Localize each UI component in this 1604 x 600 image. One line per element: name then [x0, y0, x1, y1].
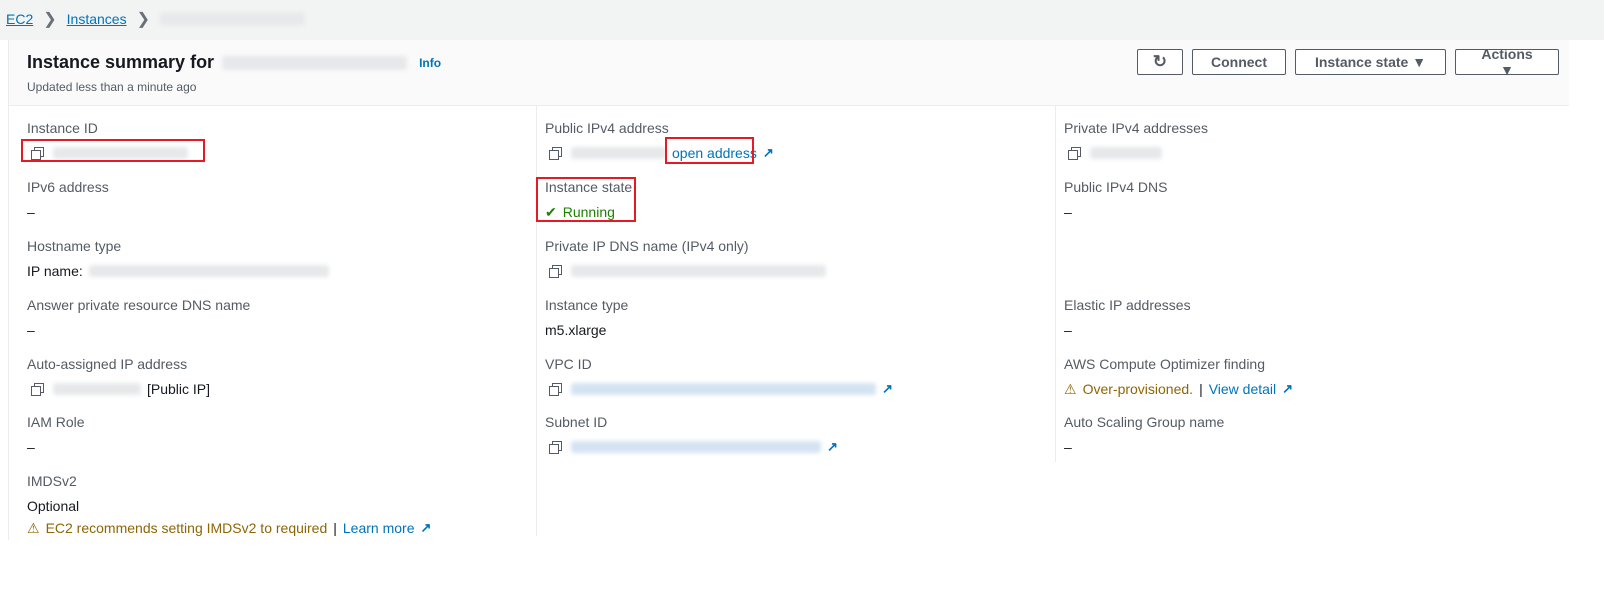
field-iam-role: IAM Role –: [27, 414, 85, 455]
breadcrumb: EC2 ❯ Instances ❯: [6, 9, 305, 29]
warning-icon: ⚠: [27, 519, 40, 536]
copy-icon[interactable]: [549, 147, 562, 160]
subnet-id-link[interactable]: [571, 441, 821, 453]
public-ip-value: [571, 147, 666, 159]
highlight-box: [536, 177, 636, 222]
chevron-right-icon: ❯: [43, 11, 57, 28]
actions-button[interactable]: Actions ▼: [1455, 46, 1559, 78]
view-detail-link[interactable]: View detail: [1209, 381, 1276, 397]
field-ipv6: IPv6 address –: [27, 179, 109, 220]
copy-icon[interactable]: [549, 265, 562, 278]
field-private-dns: Private IP DNS name (IPv4 only): [545, 238, 826, 282]
auto-ip-value: [53, 383, 141, 395]
info-link[interactable]: Info: [419, 56, 441, 70]
field-instance-type: Instance type m5.xlarge: [545, 297, 629, 338]
external-link-icon: ↗: [827, 439, 838, 454]
learn-more-link[interactable]: Learn more: [343, 520, 415, 536]
refresh-button[interactable]: ↻: [1136, 49, 1183, 75]
chevron-right-icon: ❯: [136, 11, 150, 28]
external-link-icon: ↗: [762, 145, 774, 160]
field-hostname-type: Hostname type IP name:: [27, 238, 329, 282]
breadcrumb-ec2[interactable]: EC2: [6, 11, 33, 27]
private-dns-value: [571, 265, 826, 277]
breadcrumb-instance-id-redacted: [159, 13, 305, 25]
panel-header: Instance summary for Info Updated less th…: [9, 40, 1569, 106]
field-subnet-id: Subnet ID ↗: [545, 414, 838, 454]
field-vpc-id: VPC ID ↗: [545, 356, 893, 396]
highlight-box: [21, 139, 205, 162]
refresh-icon: ↻: [1152, 52, 1167, 71]
copy-icon[interactable]: [549, 441, 562, 454]
divider: [536, 106, 537, 536]
copy-icon[interactable]: [549, 383, 562, 396]
external-link-icon: ↗: [1282, 381, 1294, 396]
instance-state-button[interactable]: Instance state ▼: [1295, 49, 1446, 75]
ip-name-value: [88, 265, 329, 277]
copy-icon[interactable]: [1068, 147, 1081, 160]
field-auto-ip: Auto-assigned IP address [Public IP]: [27, 356, 211, 397]
field-imdsv2: IMDSv2 Optional ⚠ EC2 recommends setting I…: [27, 473, 432, 536]
breadcrumb-bar: EC2 ❯ Instances ❯: [0, 0, 1604, 40]
vpc-id-link[interactable]: [571, 383, 876, 395]
external-link-icon: ↗: [420, 520, 432, 535]
updated-text: Updated less than a minute ago: [27, 80, 197, 94]
copy-icon[interactable]: [31, 383, 44, 396]
field-answer-dns: Answer private resource DNS name –: [27, 297, 251, 338]
field-public-dns: Public IPv4 DNS –: [1064, 179, 1168, 220]
private-ip-value: [1090, 147, 1162, 159]
highlight-box: [665, 137, 754, 164]
breadcrumb-instances[interactable]: Instances: [67, 11, 127, 27]
title-instance-id-redacted: [222, 55, 408, 70]
instance-summary-panel: Instance summary for Info Updated less th…: [8, 40, 1569, 540]
field-compute-optimizer: AWS Compute Optimizer finding ⚠ Over-provi…: [1064, 356, 1294, 397]
warning-icon: ⚠: [1064, 380, 1077, 397]
connect-button[interactable]: Connect: [1192, 49, 1286, 75]
page-title: Instance summary for: [27, 52, 215, 72]
divider: [1055, 106, 1056, 462]
field-asg-name: Auto Scaling Group name –: [1064, 414, 1225, 455]
field-elastic-ip: Elastic IP addresses –: [1064, 297, 1191, 338]
field-private-ipv4: Private IPv4 addresses: [1064, 120, 1208, 164]
external-link-icon: ↗: [882, 381, 893, 396]
